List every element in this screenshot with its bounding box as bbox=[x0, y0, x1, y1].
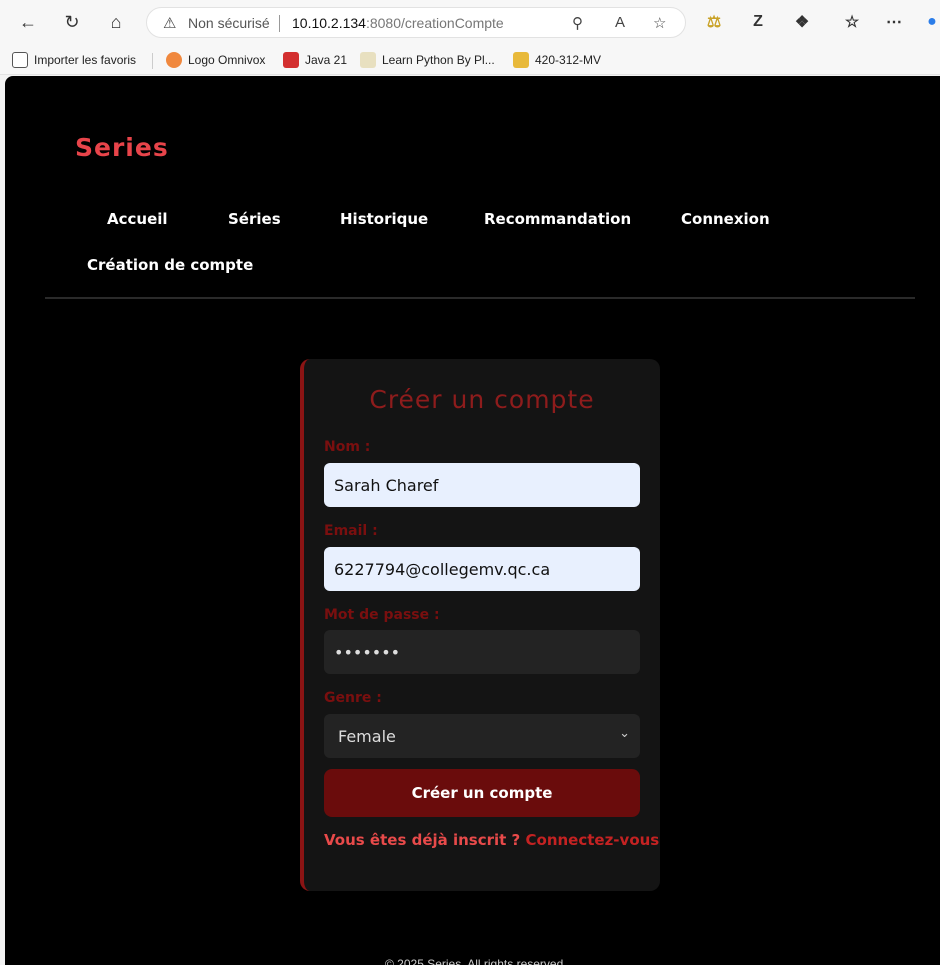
already-registered-text: Vous êtes déjà inscrit ? bbox=[324, 831, 521, 849]
bookmark-label: Learn Python By Pl... bbox=[382, 53, 495, 67]
flask-icon[interactable]: ⚖ bbox=[700, 8, 728, 36]
z-extension-icon[interactable]: Z bbox=[744, 8, 772, 36]
gender-select[interactable]: Female ⌄ bbox=[324, 714, 640, 758]
bookmark-separator bbox=[152, 53, 153, 69]
email-input[interactable]: 6227794@collegemv.qc.ca bbox=[324, 547, 640, 591]
favorites-icon[interactable]: ☆ bbox=[838, 8, 866, 36]
login-link[interactable]: Connectez-vous bbox=[526, 831, 660, 849]
bookmark-python[interactable]: Learn Python By Pl... bbox=[360, 50, 495, 70]
header-divider bbox=[45, 297, 915, 299]
more-icon[interactable]: ⋯ bbox=[880, 8, 908, 36]
nav-recommandation[interactable]: Recommandation bbox=[484, 210, 631, 228]
nav-connexion[interactable]: Connexion bbox=[681, 210, 770, 228]
gender-label: Genre : bbox=[324, 690, 382, 706]
python-icon bbox=[360, 52, 376, 68]
nav-accueil[interactable]: Accueil bbox=[107, 210, 168, 228]
bookmark-label: Importer les favoris bbox=[34, 53, 137, 67]
reload-icon[interactable]: ↻ bbox=[58, 8, 86, 36]
import-icon bbox=[12, 52, 28, 68]
nav-series[interactable]: Séries bbox=[228, 210, 281, 228]
favorite-star-icon[interactable]: ☆ bbox=[653, 14, 666, 32]
back-icon[interactable]: ← bbox=[14, 8, 42, 36]
create-account-button[interactable]: Créer un compte bbox=[324, 769, 640, 817]
url-text[interactable]: 10.10.2.134:8080/creationCompte bbox=[292, 15, 504, 31]
bookmark-omnivox[interactable]: Logo Omnivox bbox=[166, 50, 265, 70]
password-input[interactable]: ••••••• bbox=[324, 630, 640, 674]
bookmark-label: Java 21 bbox=[305, 53, 348, 67]
name-label: Nom : bbox=[324, 439, 371, 455]
bookmark-import[interactable]: Importer les favoris bbox=[12, 50, 136, 70]
site-logo[interactable]: Series bbox=[75, 133, 169, 162]
bookmark-folder[interactable]: 420-312-MV bbox=[513, 50, 601, 70]
java-icon bbox=[283, 52, 299, 68]
copilot-icon[interactable]: ● bbox=[918, 8, 940, 36]
insecure-label: Non sécurisé bbox=[188, 15, 270, 31]
warning-icon: ⚠ bbox=[163, 15, 177, 32]
bookmark-java[interactable]: Java 21 bbox=[283, 50, 347, 70]
bookmark-label: 420-312-MV bbox=[535, 53, 602, 67]
nav-historique[interactable]: Historique bbox=[340, 210, 428, 228]
footer-text: © 2025 Series. All rights reserved. bbox=[385, 957, 567, 965]
address-separator bbox=[279, 15, 280, 32]
address-bar[interactable]: ⚠ Non sécurisé 10.10.2.134:8080/creation… bbox=[146, 7, 686, 38]
login-prompt: Vous êtes déjà inscrit ? Connectez-vous bbox=[324, 831, 659, 849]
chevron-down-icon: ⌄ bbox=[619, 726, 630, 741]
password-label: Mot de passe : bbox=[324, 607, 440, 623]
gender-selected-value: Female bbox=[338, 726, 396, 746]
bookmark-label: Logo Omnivox bbox=[188, 53, 266, 67]
name-input[interactable]: Sarah Charef bbox=[324, 463, 640, 507]
read-aloud-icon[interactable]: A bbox=[615, 14, 625, 31]
nav-creation-compte[interactable]: Création de compte bbox=[87, 256, 253, 274]
signup-card: Créer un compte Nom : Sarah Charef Email… bbox=[300, 359, 660, 891]
key-icon[interactable]: ⚲ bbox=[572, 14, 583, 32]
browser-toolbar: ← ↻ ⌂ ⚠ Non sécurisé 10.10.2.134:8080/cr… bbox=[0, 0, 940, 44]
puzzle-icon[interactable]: ❖ bbox=[788, 8, 816, 36]
home-icon[interactable]: ⌂ bbox=[102, 8, 130, 36]
bookmarks-bar: Importer les favoris Logo Omnivox Java 2… bbox=[0, 44, 940, 75]
folder-icon bbox=[513, 52, 529, 68]
omnivox-icon bbox=[166, 52, 182, 68]
page-content: Series Accueil Séries Historique Recomma… bbox=[5, 76, 940, 965]
email-label: Email : bbox=[324, 523, 378, 539]
form-title: Créer un compte bbox=[369, 385, 595, 414]
